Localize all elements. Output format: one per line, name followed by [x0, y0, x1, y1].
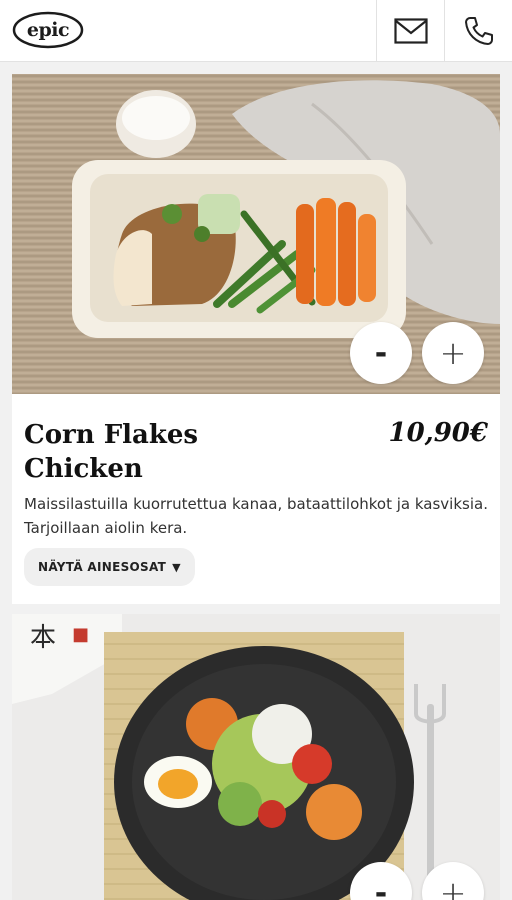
mail-icon — [393, 18, 428, 44]
minus-label: - — [374, 875, 388, 900]
product-description: Maissilastuilla kuorrutettua kanaa, bata… — [24, 495, 488, 537]
increase-quantity-button[interactable]: + — [422, 322, 484, 384]
product-info: Corn Flakes Chicken 10,90€ Maissilastuil… — [12, 394, 500, 604]
plus-label: + — [439, 334, 467, 372]
phone-button[interactable] — [444, 0, 512, 62]
product-card: - + Corn Flakes Chicken 10,90€ Maissilas… — [12, 74, 500, 604]
plus-label: + — [439, 874, 467, 900]
show-ingredients-button[interactable]: NÄYTÄ AINESOSAT ▼ — [24, 548, 195, 586]
minus-label: - — [374, 335, 388, 371]
epic-logo[interactable]: epic — [12, 10, 84, 50]
mail-button[interactable] — [376, 0, 444, 62]
show-ingredients-label: NÄYTÄ AINESOSAT — [38, 560, 167, 574]
product-price: 10,90€ — [388, 418, 488, 448]
decrease-quantity-button[interactable]: - — [350, 322, 412, 384]
phone-icon — [464, 17, 493, 45]
app-header: epic — [0, 0, 512, 62]
product-title: Corn Flakes Chicken — [24, 420, 199, 484]
product-card: 本 ■ - + — [12, 614, 500, 900]
svg-text:本: 本 — [30, 623, 56, 653]
svg-text:■: ■ — [72, 624, 89, 645]
caret-down-icon: ▼ — [172, 560, 181, 574]
product-photo: 本 ■ — [12, 614, 500, 900]
logo-text: epic — [26, 19, 70, 41]
